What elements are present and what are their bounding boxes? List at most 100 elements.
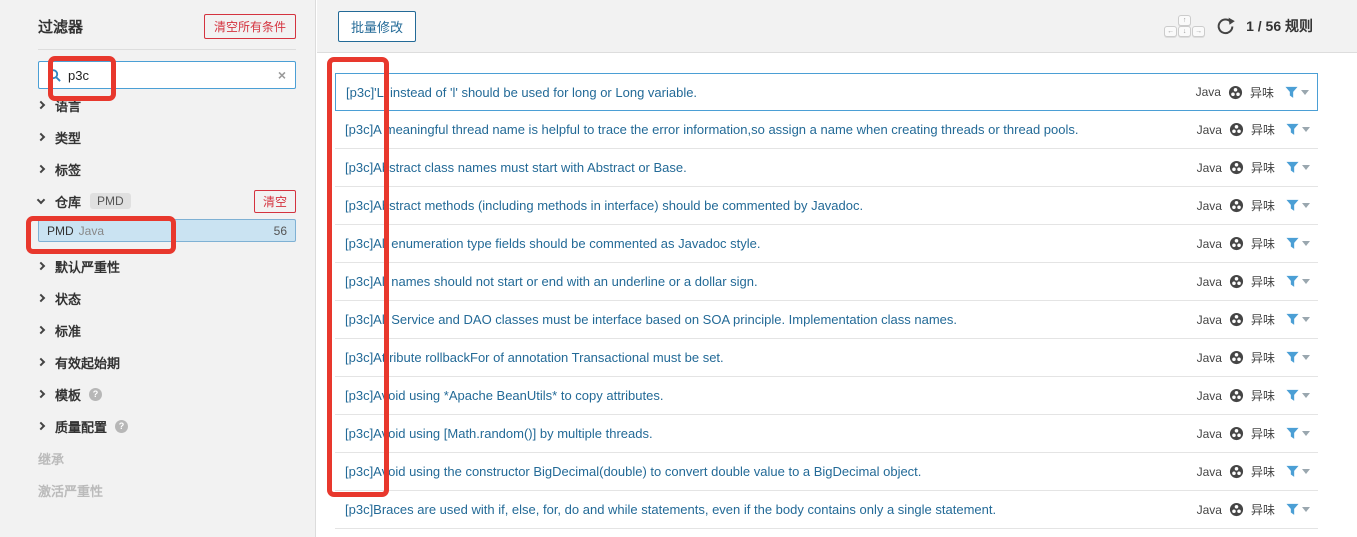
help-icon[interactable]: ? (89, 387, 103, 401)
rule-title-link[interactable]: [p3c]Abstract methods (including methods… (345, 198, 1185, 213)
caret-down-icon (1302, 507, 1310, 512)
rule-row: [p3c]A meaningful thread name is helpful… (335, 111, 1318, 149)
rule-language-label[interactable]: Java (1197, 237, 1222, 251)
rule-type-label[interactable]: 异味 (1251, 121, 1275, 138)
bulk-change-button[interactable]: 批量修改 (338, 10, 417, 42)
similar-rules-filter-dropdown[interactable] (1286, 389, 1310, 402)
rule-language-label[interactable]: Java (1197, 275, 1222, 289)
rule-title-link[interactable]: [p3c]Avoid using the constructor BigDeci… (345, 464, 1185, 479)
facet-count: 56 (273, 223, 287, 238)
chevron-right-icon (36, 421, 46, 431)
facet-section-status[interactable]: 状态 (36, 282, 296, 314)
facet-section-template[interactable]: 模板 ? (36, 378, 296, 410)
rule-title-link[interactable]: [p3c]A meaningful thread name is helpful… (345, 122, 1185, 137)
keyboard-navigation-hint: ↑ ← ↓ → (1164, 15, 1206, 37)
rule-row: [p3c]All Service and DAO classes must be… (335, 301, 1318, 339)
funnel-icon (1286, 237, 1299, 249)
caret-down-icon (1301, 89, 1309, 95)
search-input[interactable] (68, 67, 278, 83)
rule-type-label[interactable]: 异味 (1251, 159, 1275, 176)
rule-type-label[interactable]: 异味 (1251, 311, 1275, 328)
rule-type-label[interactable]: 异味 (1251, 197, 1275, 214)
filters-title: 过滤器 (38, 19, 84, 36)
similar-rules-filter-dropdown[interactable] (1286, 161, 1310, 174)
similar-rules-filter-dropdown[interactable] (1286, 351, 1310, 364)
rule-type-label[interactable]: 异味 (1250, 84, 1274, 101)
rule-type-label[interactable]: 异味 (1251, 235, 1275, 252)
search-icon (48, 68, 61, 82)
code-smell-icon (1229, 122, 1244, 137)
clear-search-icon[interactable]: × (278, 67, 286, 83)
sidebar-divider (38, 49, 296, 50)
help-icon[interactable]: ? (115, 419, 129, 433)
similar-rules-filter-dropdown[interactable] (1286, 427, 1310, 440)
funnel-icon (1286, 313, 1299, 325)
rule-title-link[interactable]: [p3c]Braces are used with if, else, for,… (345, 502, 1185, 517)
rule-type-label[interactable]: 异味 (1251, 425, 1275, 442)
rule-meta: Java 异味 (1197, 159, 1310, 176)
rule-title-link[interactable]: [p3c]Attribute rollbackFor of annotation… (345, 350, 1185, 365)
similar-rules-filter-dropdown[interactable] (1286, 123, 1310, 136)
rule-list: [p3c]'L' instead of 'l' should be used f… (335, 73, 1318, 529)
facet-section-inheritance-disabled: 继承 (38, 451, 65, 467)
clear-all-filters-button[interactable]: 清空所有条件 (203, 14, 296, 39)
rule-language-label[interactable]: Java (1197, 313, 1222, 327)
funnel-icon (1286, 465, 1299, 477)
rule-type-label[interactable]: 异味 (1251, 349, 1275, 366)
chevron-right-icon (36, 293, 46, 303)
rule-type-label[interactable]: 异味 (1251, 463, 1275, 480)
facet-section-type[interactable]: 类型 (36, 121, 296, 153)
rule-title-link[interactable]: [p3c]'L' instead of 'l' should be used f… (346, 85, 1184, 100)
facet-section-tag[interactable]: 标签 (36, 153, 296, 185)
rule-language-label[interactable]: Java (1197, 427, 1222, 441)
rule-title-link[interactable]: [p3c]Avoid using *Apache BeanUtils* to c… (345, 388, 1185, 403)
facet-section-available-since[interactable]: 有效起始期 (36, 346, 296, 378)
similar-rules-filter-dropdown[interactable] (1285, 86, 1309, 99)
rule-meta: Java 异味 (1197, 463, 1310, 480)
rule-language-label[interactable]: Java (1197, 123, 1222, 137)
similar-rules-filter-dropdown[interactable] (1286, 465, 1310, 478)
rule-row: [p3c]'L' instead of 'l' should be used f… (335, 73, 1318, 111)
facet-section-default-severity[interactable]: 默认严重性 (36, 250, 296, 282)
arrow-down-key-icon: ↓ (1178, 26, 1192, 37)
rule-title-link[interactable]: [p3c]Avoid using [Math.random()] by mult… (345, 426, 1185, 441)
chevron-right-icon (36, 164, 46, 174)
rule-language-label[interactable]: Java (1197, 503, 1222, 517)
rule-title-link[interactable]: [p3c]All Service and DAO classes must be… (345, 312, 1185, 327)
rule-language-label[interactable]: Java (1197, 465, 1222, 479)
rule-language-label[interactable]: Java (1197, 389, 1222, 403)
similar-rules-filter-dropdown[interactable] (1286, 313, 1310, 326)
similar-rules-filter-dropdown[interactable] (1286, 275, 1310, 288)
rule-title-link[interactable]: [p3c]Abstract class names must start wit… (345, 160, 1185, 175)
caret-down-icon (1302, 431, 1310, 436)
reload-icon[interactable] (1216, 17, 1235, 36)
code-smell-icon (1229, 464, 1244, 479)
rule-title-link[interactable]: [p3c]All names should not start or end w… (345, 274, 1185, 289)
clear-repository-filter-button[interactable]: 清空 (253, 189, 296, 213)
facet-section-quality-profile[interactable]: 质量配置 ? (36, 410, 296, 442)
facet-section-repository[interactable]: 仓库 PMD 清空 (36, 185, 296, 217)
facet-section-language[interactable]: 语言 (36, 89, 296, 121)
rule-meta: Java 异味 (1197, 501, 1310, 518)
funnel-icon (1286, 123, 1299, 135)
rule-type-label[interactable]: 异味 (1251, 501, 1275, 518)
rule-type-label[interactable]: 异味 (1251, 387, 1275, 404)
similar-rules-filter-dropdown[interactable] (1286, 503, 1310, 516)
code-smell-icon (1229, 388, 1244, 403)
rule-type-label[interactable]: 异味 (1251, 273, 1275, 290)
facet-value-pmd-java[interactable]: PMD Java 56 (38, 219, 296, 242)
rule-language-label[interactable]: Java (1196, 85, 1221, 99)
rule-language-label[interactable]: Java (1197, 161, 1222, 175)
rule-search-box[interactable]: × (38, 61, 296, 89)
code-smell-icon (1229, 312, 1244, 327)
toolbar-right-controls: ↑ ← ↓ → 1 / 56 规则 (1164, 15, 1313, 37)
rule-meta: Java 异味 (1197, 235, 1310, 252)
similar-rules-filter-dropdown[interactable] (1286, 237, 1310, 250)
rule-row: [p3c]All names should not start or end w… (335, 263, 1318, 301)
rule-title-link[interactable]: [p3c]All enumeration type fields should … (345, 236, 1185, 251)
rule-language-label[interactable]: Java (1197, 199, 1222, 213)
rule-language-label[interactable]: Java (1197, 351, 1222, 365)
caret-down-icon (1302, 279, 1310, 284)
facet-section-standard[interactable]: 标准 (36, 314, 296, 346)
similar-rules-filter-dropdown[interactable] (1286, 199, 1310, 212)
